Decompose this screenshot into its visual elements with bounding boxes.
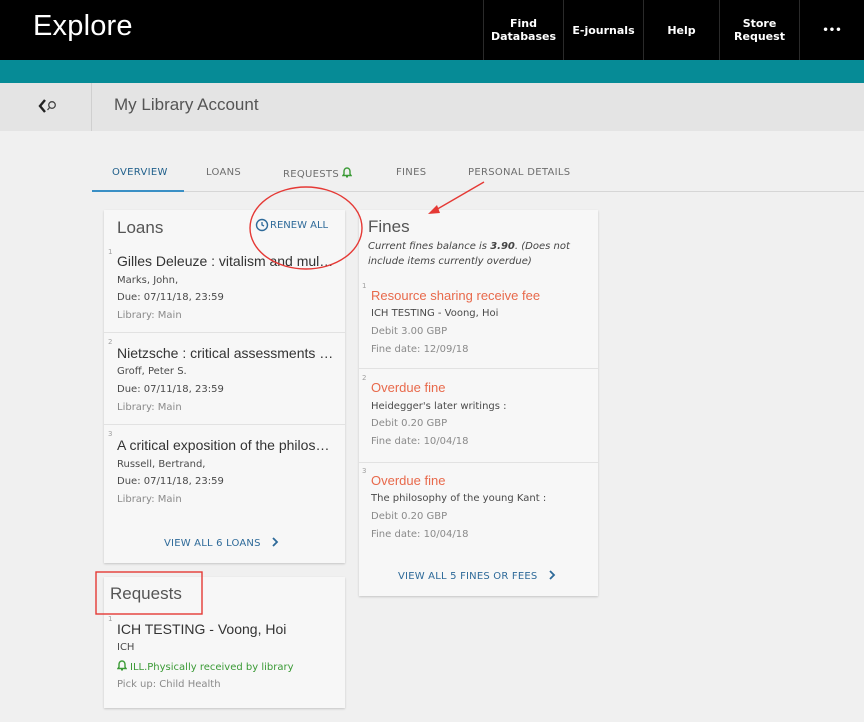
- loan-author: Groff, Peter S.: [117, 366, 187, 377]
- fine-date: Fine date: 10/04/18: [371, 436, 469, 447]
- note-text: . (Does not: [514, 241, 570, 252]
- loans-card: Loans RENEW ALL 1 Gilles Deleuze : vital…: [104, 210, 345, 563]
- fines-balance-amount: 3.90: [490, 241, 515, 252]
- fines-card: Fines Current fines balance is 3.90. (Do…: [359, 210, 598, 596]
- item-index: 3: [108, 430, 113, 438]
- bell-icon: [342, 167, 353, 178]
- nav-find-databases[interactable]: Find Databases: [483, 0, 563, 60]
- account-header-bar: My Library Account: [0, 83, 864, 131]
- accent-stripe: [0, 60, 864, 83]
- fine-type-link[interactable]: Overdue fine: [371, 473, 445, 488]
- divider: [359, 462, 598, 463]
- loan-library: Library: Main: [117, 494, 182, 505]
- nav-label-line2: Request: [734, 30, 785, 43]
- nav-help[interactable]: Help: [643, 0, 719, 60]
- renew-all-label: RENEW ALL: [270, 219, 329, 231]
- back-search-icon: [38, 99, 56, 113]
- request-pickup: Pick up: Child Health: [117, 679, 221, 690]
- tab-fines[interactable]: FINES: [396, 167, 426, 178]
- fine-type-link[interactable]: Overdue fine: [371, 380, 445, 395]
- note-text: Current fines balance is: [368, 241, 491, 252]
- chevron-right-icon: [272, 537, 279, 547]
- request-code: ICH: [117, 642, 135, 653]
- renew-all-button[interactable]: RENEW ALL: [255, 218, 328, 232]
- loan-title-link[interactable]: Gilles Deleuze : vitalism and multiplici…: [117, 253, 335, 269]
- item-index: 1: [108, 615, 113, 623]
- tab-requests[interactable]: REQUESTS: [283, 167, 353, 180]
- top-navbar: Explore Find Databases E-journals Help St…: [0, 0, 864, 60]
- tab-overview[interactable]: OVERVIEW: [112, 167, 168, 178]
- loan-due-date: Due: 07/11/18, 23:59: [117, 476, 224, 487]
- fine-description: The philosophy of the young Kant :: [371, 493, 547, 504]
- loan-due-date: Due: 07/11/18, 23:59: [117, 384, 224, 395]
- fine-description: ICH TESTING - Voong, Hoi: [371, 308, 499, 319]
- divider: [104, 332, 345, 333]
- loan-author: Russell, Bertrand,: [117, 459, 206, 470]
- item-index: 3: [362, 467, 367, 475]
- nav-label: Help: [667, 23, 696, 37]
- loan-title-link[interactable]: A critical exposition of the philos…: [117, 437, 335, 453]
- fines-balance-note: Current fines balance is 3.90. (Does not…: [368, 239, 596, 269]
- item-index: 1: [362, 282, 367, 290]
- fine-debit: Debit 0.20 GBP: [371, 418, 448, 429]
- tab-loans[interactable]: LOANS: [206, 167, 241, 178]
- nav-label-line1: Find: [510, 17, 537, 30]
- loan-library: Library: Main: [117, 310, 182, 321]
- loan-title-link[interactable]: Nietzsche : critical assessments / …: [117, 345, 335, 361]
- more-menu-button[interactable]: •••: [799, 0, 864, 60]
- requests-card: Requests 1 ICH TESTING - Voong, Hoi ICH …: [104, 577, 345, 708]
- item-index: 1: [108, 248, 113, 256]
- view-all-loans-label: VIEW ALL 6 LOANS: [164, 538, 261, 549]
- nav-label: E-journals: [572, 23, 635, 37]
- nav-e-journals[interactable]: E-journals: [563, 0, 643, 60]
- fines-title: Fines: [368, 217, 410, 236]
- tab-requests-label: REQUESTS: [283, 169, 339, 180]
- request-status-label: ILL.Physically received by library: [130, 662, 294, 673]
- renew-icon: [255, 218, 269, 232]
- account-tabs: OVERVIEW LOANS REQUESTS FINES PERSONAL D…: [92, 152, 864, 192]
- more-icon: •••: [822, 24, 842, 36]
- requests-title: Requests: [110, 584, 182, 603]
- loan-author: Marks, John,: [117, 275, 179, 286]
- fine-date: Fine date: 10/04/18: [371, 529, 469, 540]
- loans-title: Loans: [117, 218, 164, 237]
- fine-debit: Debit 3.00 GBP: [371, 326, 448, 337]
- nav-label-line2: Databases: [490, 30, 557, 43]
- fine-description: Heidegger's later writings :: [371, 401, 507, 412]
- item-index: 2: [362, 374, 367, 382]
- tab-personal-details[interactable]: PERSONAL DETAILS: [468, 167, 570, 178]
- divider: [359, 368, 598, 369]
- fine-date: Fine date: 12/09/18: [371, 344, 469, 355]
- view-all-fines-link[interactable]: VIEW ALL 5 FINES OR FEES: [398, 570, 557, 582]
- note-text: include items currently overdue): [368, 256, 532, 267]
- view-all-fines-label: VIEW ALL 5 FINES OR FEES: [398, 571, 538, 582]
- active-tab-indicator: [92, 190, 184, 192]
- loan-library: Library: Main: [117, 402, 182, 413]
- nav-label-line1: Store: [742, 17, 777, 30]
- nav-store-request[interactable]: Store Request: [719, 0, 799, 60]
- divider: [104, 424, 345, 425]
- view-all-loans-link[interactable]: VIEW ALL 6 LOANS: [164, 537, 280, 549]
- chevron-right-icon: [549, 570, 556, 580]
- back-to-search-button[interactable]: [0, 83, 92, 131]
- loan-due-date: Due: 07/11/18, 23:59: [117, 292, 224, 303]
- request-status: ILL.Physically received by library: [116, 660, 294, 673]
- fine-debit: Debit 0.20 GBP: [371, 511, 448, 522]
- fine-type-link[interactable]: Resource sharing receive fee: [371, 288, 540, 303]
- item-index: 2: [108, 338, 113, 346]
- brand-logo[interactable]: Explore: [33, 10, 133, 43]
- request-title-link[interactable]: ICH TESTING - Voong, Hoi: [117, 621, 335, 637]
- bell-icon: [116, 660, 128, 671]
- page-title: My Library Account: [114, 95, 259, 114]
